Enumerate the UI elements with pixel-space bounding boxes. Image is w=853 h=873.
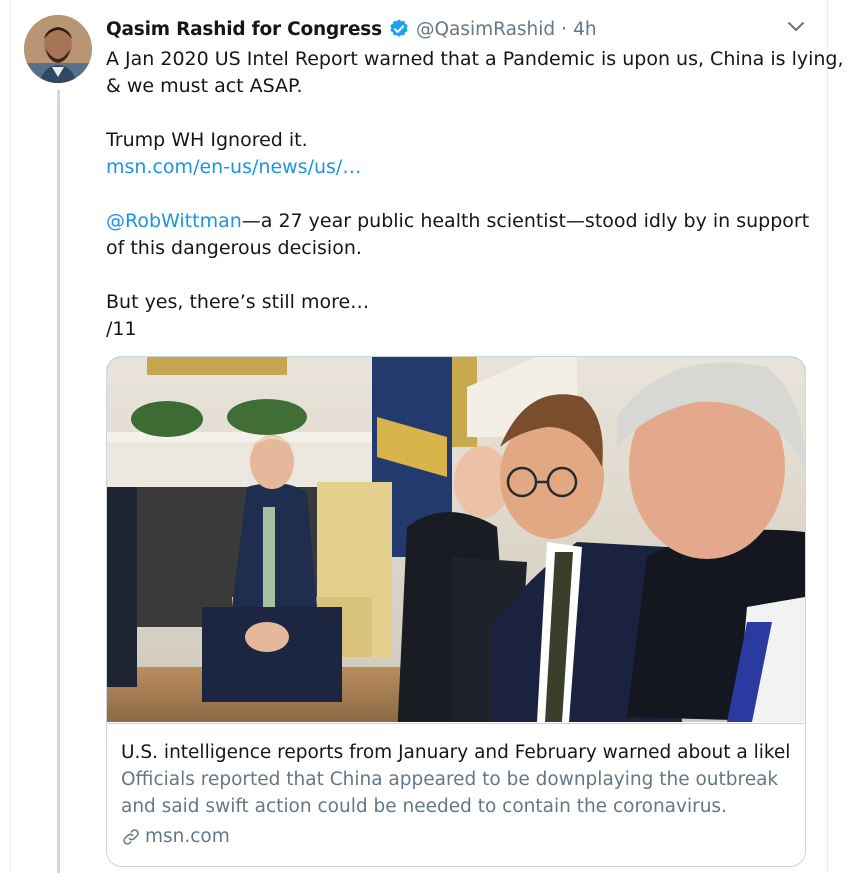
card-description-line: Officials reported that China appeared t…	[121, 769, 779, 790]
card-image[interactable]	[107, 357, 805, 737]
link-preview-card[interactable]: U.S. intelligence reports from January a…	[106, 356, 806, 867]
tweet-text-line: —a 27 year public health scientist—stood…	[241, 210, 810, 232]
tweet-timestamp[interactable]: 4h	[573, 19, 597, 40]
tweet-text-line: But yes, there’s still more…	[106, 291, 370, 313]
card-title[interactable]: U.S. intelligence reports from January a…	[121, 740, 791, 766]
card-domain-text: msn.com	[145, 826, 230, 847]
mention-link[interactable]: @RobWittman	[106, 210, 242, 232]
tweet-text-line: /11	[106, 318, 137, 340]
link-icon	[123, 829, 139, 845]
tweet-text-line: Trump WH Ignored it.	[106, 129, 308, 151]
article-link[interactable]: msn.com/en-us/news/us/…	[106, 156, 361, 178]
separator-dot: ·	[561, 18, 568, 40]
card-description: Officials reported that China appeared t…	[121, 766, 791, 820]
author-handle[interactable]: @QasimRashid	[416, 19, 555, 40]
tweet-text-line: & we must act ASAP.	[106, 75, 303, 97]
card-body[interactable]: U.S. intelligence reports from January a…	[107, 723, 805, 866]
tweet-text-line: of this dangerous decision.	[106, 237, 362, 259]
tweet-text-line: A Jan 2020 US Intel Report warned that a…	[106, 48, 844, 70]
author-avatar[interactable]	[24, 15, 92, 83]
author-name[interactable]: Qasim Rashid for Congress	[106, 19, 382, 40]
tweet-header: Qasim Rashid for Congress @QasimRashid ·…	[106, 16, 597, 42]
tweet-text: A Jan 2020 US Intel Report warned that a…	[106, 46, 844, 343]
card-description-line: and said swift action could be needed to…	[121, 796, 727, 817]
chevron-down-icon[interactable]	[785, 18, 807, 36]
verified-badge-icon	[388, 18, 410, 40]
card-domain[interactable]: msn.com	[121, 824, 791, 850]
thread-connector-line	[57, 90, 60, 873]
